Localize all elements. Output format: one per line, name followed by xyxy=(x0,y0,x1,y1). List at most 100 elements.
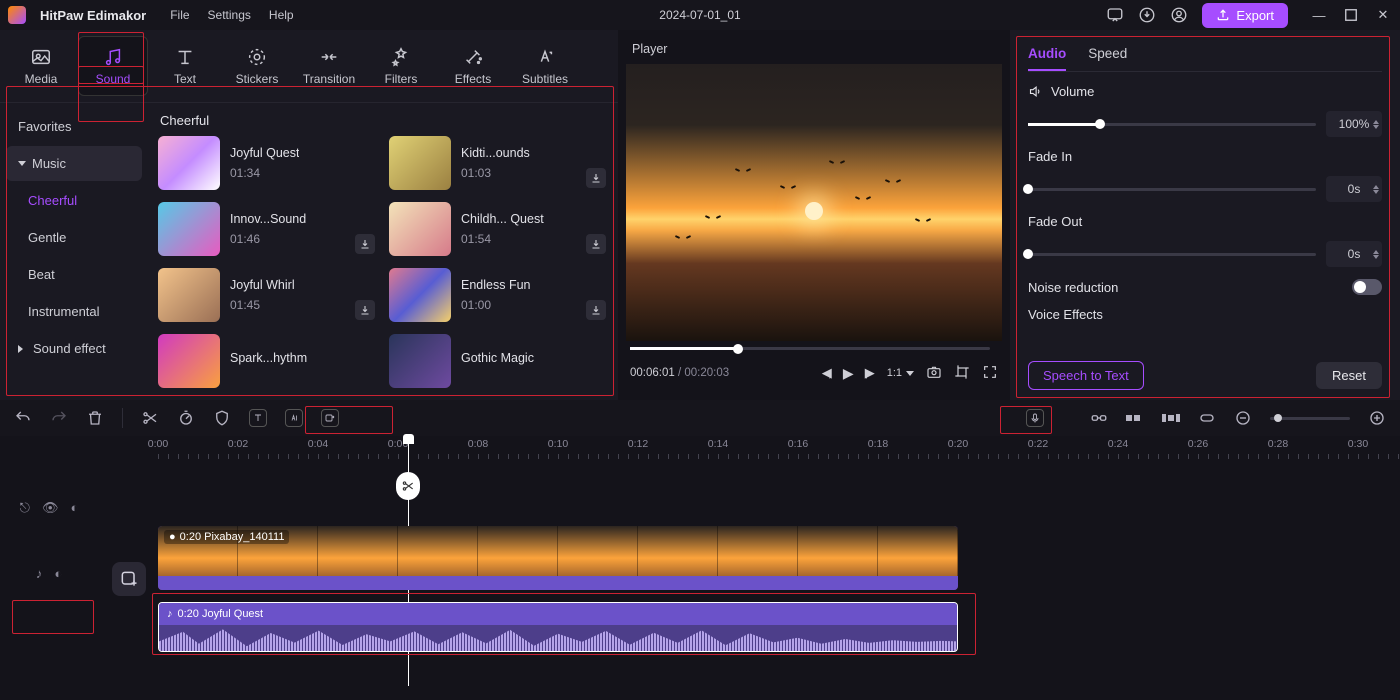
inspector-panel: Audio Speed Volume 100% Fade In 0s Fade … xyxy=(1010,30,1400,400)
tab-stickers[interactable]: Stickers xyxy=(222,36,292,96)
marker2-icon[interactable] xyxy=(1162,409,1180,427)
eye-icon[interactable]: 👁 xyxy=(42,500,59,516)
menu-file[interactable]: File xyxy=(170,8,189,22)
audio-clip[interactable]: ♪ 0:20 Joyful Quest xyxy=(158,602,958,652)
sound-card[interactable]: Endless Fun 01:00 xyxy=(389,268,608,322)
aspect-ratio-select[interactable]: 1:1 xyxy=(887,367,914,379)
sidebar-item-beat[interactable]: Beat xyxy=(6,257,142,292)
scrub-bar[interactable] xyxy=(630,347,990,350)
download-icon[interactable] xyxy=(586,234,606,254)
reset-button[interactable]: Reset xyxy=(1316,362,1382,389)
speed-icon[interactable] xyxy=(177,409,195,427)
time-ruler[interactable]: 0:000:020:040:060:080:100:120:140:160:18… xyxy=(158,438,1400,466)
menu-help[interactable]: Help xyxy=(269,8,294,22)
sound-title: Spark...hythm xyxy=(230,351,307,365)
sound-card[interactable]: Childh... Quest 01:54 xyxy=(389,202,608,256)
audio-icon[interactable]: ♪ xyxy=(36,566,43,581)
zoom-slider[interactable] xyxy=(1270,417,1350,420)
fadein-slider[interactable] xyxy=(1028,188,1316,191)
inspector-tab-audio[interactable]: Audio xyxy=(1028,38,1066,71)
minimize-icon[interactable]: ― xyxy=(1310,6,1328,24)
fadein-value[interactable]: 0s xyxy=(1326,176,1382,202)
prev-frame-icon[interactable]: ◀| xyxy=(822,365,831,381)
maximize-icon[interactable] xyxy=(1342,6,1360,24)
fullscreen-icon[interactable] xyxy=(982,364,998,383)
mute-icon[interactable]: ◐ xyxy=(70,500,78,516)
ruler-label: 0:08 xyxy=(468,438,488,450)
tab-effects[interactable]: Effects xyxy=(438,36,508,96)
fit-icon[interactable] xyxy=(1198,409,1216,427)
tracks-area[interactable]: 0:000:020:040:060:080:100:120:140:160:18… xyxy=(98,436,1400,700)
player-title: Player xyxy=(618,34,1010,64)
fadeout-slider[interactable] xyxy=(1028,253,1316,256)
sidebar-item-soundeffect[interactable]: Sound effect xyxy=(6,331,142,366)
download-icon[interactable] xyxy=(586,168,606,188)
text-tool-icon[interactable] xyxy=(249,409,267,427)
sound-card[interactable]: Joyful Quest 01:34 xyxy=(158,136,377,190)
menu-settings[interactable]: Settings xyxy=(208,8,251,22)
ai-tool-icon[interactable] xyxy=(285,409,303,427)
lock-icon[interactable]: ⎋ xyxy=(20,500,30,516)
close-icon[interactable]: ✕ xyxy=(1374,6,1392,24)
split-icon[interactable] xyxy=(141,409,159,427)
sidebar-item-music[interactable]: Music xyxy=(6,146,142,181)
sidebar-item-instrumental[interactable]: Instrumental xyxy=(6,294,142,329)
ruler-label: 0:10 xyxy=(548,438,568,450)
fadeout-value[interactable]: 0s xyxy=(1326,241,1382,267)
sound-duration: 01:54 xyxy=(461,232,544,246)
sidebar-item-gentle[interactable]: Gentle xyxy=(6,220,142,255)
download-icon[interactable] xyxy=(1138,6,1156,24)
tab-subtitles[interactable]: Subtitles xyxy=(510,36,580,96)
tab-filters[interactable]: Filters xyxy=(366,36,436,96)
playhead-split-icon[interactable] xyxy=(396,472,420,500)
inspector-tab-speed[interactable]: Speed xyxy=(1088,38,1127,71)
download-icon[interactable] xyxy=(586,300,606,320)
tab-sound[interactable]: Sound xyxy=(78,36,148,96)
titlebar: HitPaw Edimakor File Settings Help 2024-… xyxy=(0,0,1400,30)
download-icon[interactable] xyxy=(355,234,375,254)
link-icon[interactable] xyxy=(1090,409,1108,427)
next-frame-icon[interactable]: |▶ xyxy=(866,365,875,381)
sound-title: Kidti...ounds xyxy=(461,146,530,160)
sound-title: Innov...Sound xyxy=(230,212,306,226)
ruler-label: 0:04 xyxy=(308,438,328,450)
crop-icon[interactable] xyxy=(954,364,970,383)
sound-card[interactable]: Kidti...ounds 01:03 xyxy=(389,136,608,190)
mute-icon[interactable]: ◐ xyxy=(54,566,62,581)
video-clip[interactable]: ● 0:20 Pixabay_140111 xyxy=(158,526,958,590)
ruler-label: 0:20 xyxy=(948,438,968,450)
undo-icon[interactable] xyxy=(14,409,32,427)
sound-duration: 01:45 xyxy=(230,298,295,312)
sound-thumbnail xyxy=(158,334,220,388)
noise-reduction-toggle[interactable] xyxy=(1352,279,1382,295)
feedback-icon[interactable] xyxy=(1106,6,1124,24)
snapshot-icon[interactable] xyxy=(926,364,942,383)
sidebar-item-favorites[interactable]: Favorites xyxy=(6,109,142,144)
sound-card[interactable]: Joyful Whirl 01:45 xyxy=(158,268,377,322)
tab-text[interactable]: Text xyxy=(150,36,220,96)
video-preview[interactable] xyxy=(626,64,1002,341)
play-icon[interactable]: ▶ xyxy=(843,365,854,382)
sidebar-item-cheerful[interactable]: Cheerful xyxy=(6,183,142,218)
volume-slider[interactable] xyxy=(1028,123,1316,126)
sound-card[interactable]: Innov...Sound 01:46 xyxy=(158,202,377,256)
export-clip-icon[interactable] xyxy=(321,409,339,427)
record-voiceover-icon[interactable] xyxy=(1026,409,1044,427)
redo-icon[interactable] xyxy=(50,409,68,427)
sound-card[interactable]: Gothic Magic xyxy=(389,334,608,388)
sound-card[interactable]: Spark...hythm xyxy=(158,334,377,388)
speech-to-text-button[interactable]: Speech to Text xyxy=(1028,361,1144,390)
speaker-icon xyxy=(1028,84,1043,99)
account-icon[interactable] xyxy=(1170,6,1188,24)
zoom-in-icon[interactable] xyxy=(1368,409,1386,427)
marker-icon[interactable] xyxy=(1126,409,1144,427)
mask-icon[interactable] xyxy=(213,409,231,427)
export-button[interactable]: Export xyxy=(1202,3,1288,28)
tab-transition[interactable]: Transition xyxy=(294,36,364,96)
volume-value[interactable]: 100% xyxy=(1326,111,1382,137)
download-icon[interactable] xyxy=(355,300,375,320)
tab-media[interactable]: Media xyxy=(6,36,76,96)
delete-icon[interactable] xyxy=(86,409,104,427)
volume-label: Volume xyxy=(1028,84,1382,99)
zoom-out-icon[interactable] xyxy=(1234,409,1252,427)
